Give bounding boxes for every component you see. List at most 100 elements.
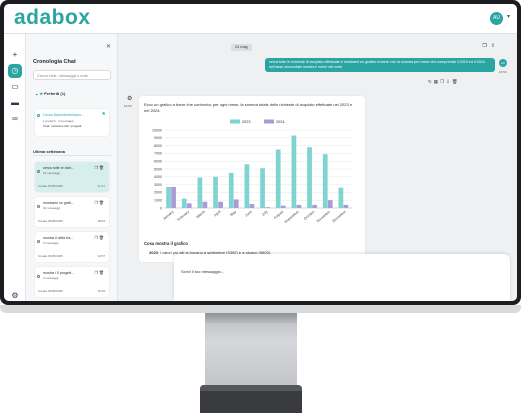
message-actions: ↻▦❐⇩🗑 (428, 79, 460, 85)
copy-icon[interactable]: ❐ (482, 43, 490, 49)
legend-swatch (264, 119, 274, 124)
user-avatar[interactable]: AU (490, 12, 503, 25)
chat-item-date: Creata 04/05/2025 (38, 219, 63, 223)
search-input[interactable]: Cerca chat, messaggi o note (33, 70, 111, 80)
bar-2024 (343, 204, 349, 208)
y-tick-label: 9000 (154, 136, 162, 140)
x-tick-label: July (261, 210, 269, 217)
folder-icon[interactable]: ▬ (8, 96, 22, 110)
sidebar-title: Cronologia Chat (33, 59, 76, 65)
y-tick-label: 5000 (154, 167, 162, 171)
plus-icon[interactable]: + (8, 48, 22, 62)
monitor-stand (205, 313, 297, 385)
x-tick-label: September (284, 209, 301, 224)
chat-icon[interactable]: ▭ (8, 80, 22, 94)
chat-item-time: 18:54 (97, 219, 105, 223)
chat-item-actions[interactable]: ❐🗑 (94, 200, 105, 205)
settings-icon[interactable]: ⚙ (8, 289, 22, 301)
trash-icon[interactable]: 🗑 (452, 79, 460, 84)
trash-icon[interactable]: 🗑 (99, 235, 105, 240)
favorite-chat-desc: Chat: mostrami tutti i progetti (43, 124, 82, 128)
date-badge: 24 mag (231, 44, 252, 51)
chat-item[interactable]: cerca tutte le richi... 34 messaggi ❐🗑 C… (35, 162, 109, 192)
bar-2024 (265, 207, 270, 208)
bar-2023 (307, 147, 312, 208)
y-tick-label: 1000 (154, 199, 162, 203)
chat-item-time: 13:57 (97, 254, 105, 258)
bar-2024 (233, 199, 239, 208)
favorite-chat-item[interactable]: Cerca Dipendente/Asso... 1 preferiti · 4… (35, 109, 109, 136)
chat-item-title: mostra i 5 progett... (43, 271, 74, 275)
app-header: adabox AU ▾ (4, 4, 517, 34)
radio-icon (37, 240, 40, 243)
x-tick-label: May (229, 210, 237, 218)
y-tick-label: 0 (160, 206, 162, 210)
y-tick-label: 3000 (154, 183, 162, 187)
chat-item-title: cerca tutte le richi... (43, 166, 75, 170)
chat-item-count: 42 messaggi (43, 206, 61, 210)
bar-2024 (171, 186, 176, 208)
bar-2023 (291, 135, 297, 208)
bot-message: Ecco un grafico a barre che confronta, p… (139, 96, 365, 262)
bar-2024 (280, 205, 286, 208)
x-tick-label: December (332, 209, 348, 223)
bar-2024 (218, 201, 223, 208)
radio-icon (37, 275, 40, 278)
chat-item-actions[interactable]: ❐🗑 (94, 165, 105, 170)
star-icon[interactable]: ★ (102, 111, 106, 117)
x-tick-label: June (244, 210, 253, 218)
y-tick-label: 8000 (154, 144, 162, 148)
x-tick-label: March (196, 210, 206, 219)
history-icon[interactable]: ◷ (8, 64, 22, 78)
bar-2023 (338, 187, 344, 208)
user-avatar-small: AU (499, 59, 507, 67)
close-icon[interactable]: ✕ (106, 43, 111, 50)
analysis-heading: Cosa mostra il grafico (144, 241, 188, 246)
bar-2023 (244, 164, 250, 208)
y-tick-label: 7000 (154, 152, 162, 156)
legend-swatch (230, 119, 240, 124)
link-icon[interactable]: ∞ (8, 112, 22, 126)
bar-2024 (327, 200, 333, 208)
chat-item-title: mostra il della tra... (43, 236, 74, 240)
section-divider (33, 155, 111, 156)
x-tick-label: January (162, 210, 175, 221)
share-icon[interactable]: ⇪ (491, 43, 499, 49)
bar-2024 (202, 201, 208, 208)
chevron-down-icon[interactable]: ▾ (507, 13, 510, 20)
analysis-point-year: 2023 (149, 250, 158, 255)
chat-item[interactable]: mostra il della tra... 6 messaggi ❐🗑 Cre… (35, 232, 109, 262)
bot-icon: ⚙ (127, 96, 133, 102)
section-label: Ultima settimana (33, 149, 66, 154)
chat-item-date: Creata 07/05/2025 (38, 184, 63, 188)
bar-2024 (312, 204, 317, 208)
chat-item-date: Creata 04/05/2025 (38, 289, 63, 293)
x-tick-label: August (273, 210, 284, 220)
chat-item[interactable]: mostra i 5 progett... 2 messaggi ❐🗑 Crea… (35, 267, 109, 297)
x-tick-label: November (316, 209, 332, 223)
user-message: cerca tutte le richieste di acquisto eff… (265, 58, 495, 72)
radio-icon (37, 114, 40, 117)
chat-item-actions[interactable]: ❐🗑 (94, 270, 105, 275)
monitor-mockup: adabox AU ▾ + ◷ ▭ ▬ ∞ ⚙ ✕ Cronologia Cha… (0, 0, 528, 413)
chat-item-actions[interactable]: ❐🗑 (94, 235, 105, 240)
chat-item-title: mostrami un grafi... (43, 201, 74, 205)
chat-item-time: 17:17 (97, 184, 105, 188)
radio-icon (37, 170, 40, 173)
trash-icon[interactable]: 🗑 (99, 165, 105, 170)
monitor-stand-shadow (205, 313, 297, 323)
trash-icon[interactable]: 🗑 (99, 200, 105, 205)
legend-label: 2024 (276, 120, 284, 124)
y-tick-label: 10000 (152, 128, 162, 132)
legend-label: 2023 (242, 120, 250, 124)
chat-item-count: 6 messaggi (43, 241, 59, 245)
message-input[interactable]: Scrivi il tuo messaggio... (181, 269, 224, 274)
bar-2024 (296, 204, 302, 208)
chat-main: 24 mag ❐⇪ cerca tutte le richieste di ac… (118, 34, 517, 301)
bar-2023 (260, 168, 265, 208)
favorites-header[interactable]: ⌄ ★ Preferiti (1) (35, 91, 65, 96)
trash-icon[interactable]: 🗑 (99, 270, 105, 275)
chat-item[interactable]: mostrami un grafi... 42 messaggi ❐🗑 Crea… (35, 197, 109, 227)
message-composer[interactable]: Scrivi il tuo messaggio... (174, 254, 510, 301)
y-tick-label: 2000 (154, 191, 162, 195)
